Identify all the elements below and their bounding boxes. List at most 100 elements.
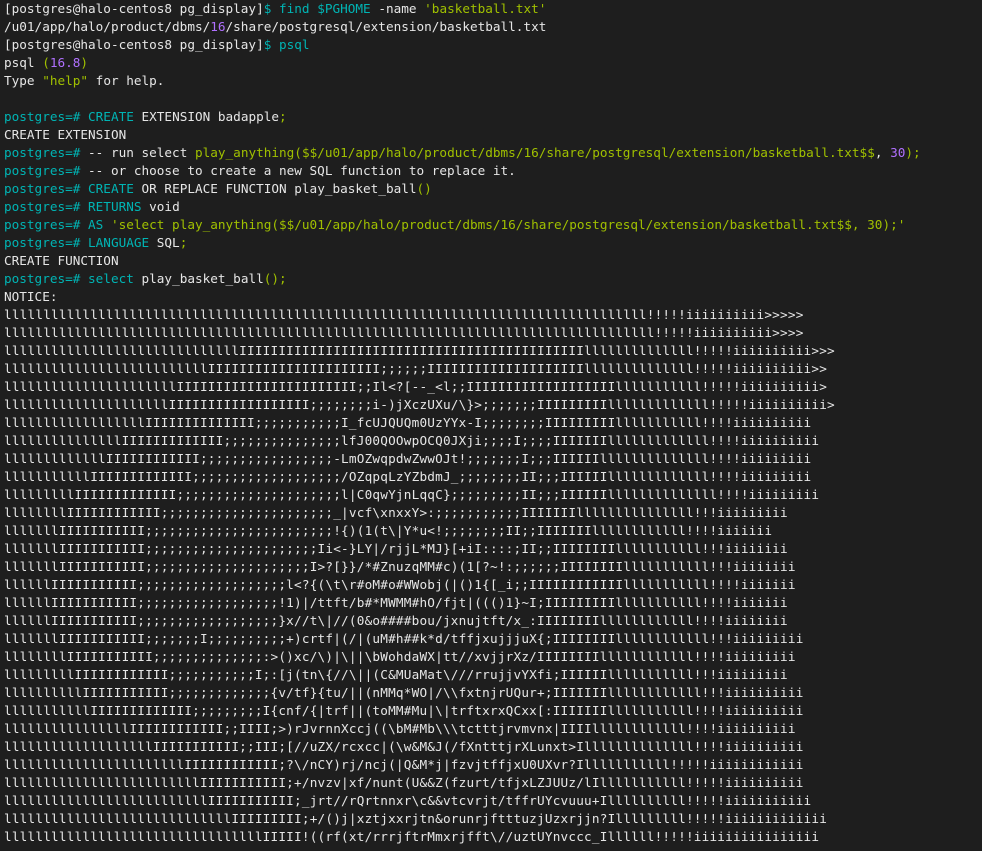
terminal-text-segment: 16.8 [49,55,81,70]
ascii-art-row: lllllllllllllllllllIIIIIIIIIII;;III;[//u… [4,739,804,754]
terminal-text-segment: CREATE FUNCTION [4,253,119,268]
terminal-text-segment: ; [279,109,287,124]
terminal-line: NOTICE: [4,288,978,306]
terminal-text-segment: (); [263,271,287,286]
terminal-text-segment: 'basketball.txt' [424,1,547,16]
ascii-art-row: llllllIIIIIIIIIII;;;;;;;;;;;;;;;;;;!1)|/… [4,595,788,610]
ascii-art-row: lllllllllIIIIIIIIIIIII;;;;;;;;;;;;;;;;;;… [4,487,820,502]
terminal-text-segment: void [141,199,180,214]
terminal-text-segment: postgres=# [4,145,89,160]
ascii-art-row: llllllllllllllllllllllllllllllIIIIIIIIII… [4,343,835,358]
terminal-text-segment: 30 [890,145,906,160]
terminal-line: postgres=# -- run select play_anything($… [4,144,978,162]
ascii-art-row: llllllIIIIIIIIIII;;;;;;;;;;;;;;;;;;;l<?{… [4,577,796,592]
terminal-text-segment: CREATE [88,109,134,124]
terminal-text-segment: 'select play_anything($$/u01/app/halo/pr… [110,217,906,232]
terminal-line: [postgres@halo-centos8 pg_display]$ psql [4,36,978,54]
terminal-text-segment: postgres=# [4,235,89,250]
ascii-art-row: llllllllllllllllllllllllllllllllllllllll… [4,307,804,322]
terminal-text-segment: /share/postgresql/extension/basketball.t… [225,19,547,34]
terminal-text-segment: postgres=# [4,181,89,196]
terminal-text-segment: postgres=# [4,199,89,214]
terminal-text-segment: [postgres@halo-centos8 pg_display] [4,37,264,52]
ascii-art-row: lllllllllllIIIIIIIIIIIII;;;;;;;;;I{cnf/{… [4,703,804,718]
terminal-line: postgres=# select play_basket_ball(); [4,270,978,288]
terminal-line: postgres=# AS 'select play_anything($$/u… [4,216,978,234]
ascii-art-row: lllllllIIIIIIIIIII;;;;;;;;;;;;;;;;;;;;;I… [4,559,796,574]
terminal-text-segment: NOTICE: [4,289,58,304]
ascii-art-row: lllllllIIIIIIIIIII;;;;;;;I;;;;;;;;;;+)cr… [4,631,804,646]
ascii-art-row: lllllllllllllIIIIIIIIIIII;;;;;;;;;;;;;;;… [4,451,812,466]
ascii-art-output: llllllllllllllllllllllllllllllllllllllll… [4,306,978,846]
ascii-art-row: llllllllllllllllllIIIIIIIIIIIIII;;;;;;;;… [4,415,812,430]
terminal-text-segment: psql [4,55,43,70]
terminal-line: postgres=# CREATE EXTENSION badapple; [4,108,978,126]
terminal-window[interactable]: [postgres@halo-centos8 pg_display]$ find… [0,0,982,851]
ascii-art-row: llllllllIIIIIIIIIIII;;;;;;;;;;;;;;;;;;;;… [4,505,788,520]
terminal-line: [postgres@halo-centos8 pg_display]$ find… [4,0,978,18]
terminal-text-segment: $$/u01/app/halo/product/dbms/16/share/po… [301,145,875,160]
terminal-text-segment: select [88,271,134,286]
command-history: [postgres@halo-centos8 pg_display]$ find… [4,0,978,306]
terminal-text-segment: ); [905,145,921,160]
terminal-line: /u01/app/halo/product/dbms/16/share/post… [4,18,978,36]
terminal-text-segment: -name [370,1,425,16]
terminal-text-segment: $ [263,37,279,52]
ascii-art-row: lllllllllllllllllllllIIIIIIIIIIIIIIIIII;… [4,397,835,412]
ascii-art-row: lllllllllllllllllllllllllIIIIIIIIIII;+/n… [4,775,804,790]
terminal-line: CREATE FUNCTION [4,252,978,270]
ascii-art-row: llllllllllllllllIIIIIIIIIIII;;IIII;>)rJv… [4,721,796,736]
terminal-text-segment: postgres=# [4,109,89,124]
ascii-art-row: llllllllllllllllllllllllllIIIIIIIIIII;_j… [4,793,812,808]
terminal-text-segment: AS [88,217,111,232]
terminal-text-segment: LANGUAGE [88,235,150,250]
terminal-text-segment: 16 [210,19,226,34]
terminal-text-segment: ) [80,55,89,70]
ascii-art-row: llllllllllllllllllllllllllllllllllllllll… [4,325,804,340]
terminal-text-segment: postgres=# [4,217,89,232]
terminal-text-segment: postgres=# [4,163,89,178]
terminal-text-segment: RETURNS [88,199,142,214]
terminal-text-segment: CREATE [88,181,134,196]
terminal-line: CREATE EXTENSION [4,126,978,144]
terminal-text-segment: -- or choose to create a new SQL functio… [88,163,516,178]
ascii-art-row: lllllllllIIIIIIIIIIII;;;;;;;;;;;I;:[j(tn… [4,667,788,682]
terminal-text-segment: ( [42,55,50,70]
terminal-line: postgres=# CREATE OR REPLACE FUNCTION pl… [4,180,978,198]
terminal-text-segment: find [279,1,318,16]
terminal-text-segment: "help" [42,73,89,88]
ascii-art-row: llllllllllIIIIIIIIIII;;;;;;;;;;;;;{v/tf}… [4,685,804,700]
terminal-text-segment: Type [4,73,43,88]
terminal-text-segment: for help. [88,73,165,88]
terminal-text-segment: OR REPLACE FUNCTION play_basket_ball [133,181,417,196]
terminal-line: Type "help" for help. [4,72,978,90]
ascii-art-row: llllllllIIIIIIIIIII;;;;;;;;;;;;;;:>()xc/… [4,649,796,664]
terminal-text-segment: postgres=# [4,271,89,286]
ascii-art-row: lllllllllllllllllllllllllllllllllIIIII!(… [4,829,820,844]
terminal-text-segment: -- run select [88,145,195,160]
ascii-art-row: lllllllllllllllIIIIIIIIIIIII;;;;;;;;;;;;… [4,433,820,448]
terminal-text-segment: [postgres@halo-centos8 pg_display] [4,1,264,16]
terminal-text-segment: $ [263,1,279,16]
terminal-text-segment: play_basket_ball [133,271,264,286]
terminal-line: postgres=# RETURNS void [4,198,978,216]
terminal-line: postgres=# LANGUAGE SQL; [4,234,978,252]
terminal-text-segment: play_anything( [194,145,302,160]
terminal-text-segment: $PGHOME [317,1,371,16]
ascii-art-row: llllllllllllllllllllllllllIIIIIIIIIIIIII… [4,361,828,376]
terminal-line: psql (16.8) [4,54,978,72]
ascii-art-row: lllllllllllllllllllllllIIIIIIIIIIII;?\/n… [4,757,804,772]
ascii-art-row: llllllIIIIIIIIIII;;;;;;;;;;;;;;;;;;}x//t… [4,613,788,628]
terminal-text-segment: psql [279,37,310,52]
ascii-art-row: lllllllIIIIIIIIIII;;;;;;;;;;;;;;;;;;;;;;… [4,523,773,538]
ascii-art-row: lllllllllllIIIIIIIIIIIII;;;;;;;;;;;;;;;;… [4,469,812,484]
terminal-text-segment: , [874,145,891,160]
ascii-art-row: lllllllllllllllllllllllllllllIIIIIIIII;+… [4,811,828,826]
terminal-text-segment: SQL [149,235,180,250]
ascii-art-row: llllllllllllllllllllllIIIIIIIIIIIIIIIIII… [4,379,828,394]
terminal-text-segment: () [416,181,432,196]
terminal-text-segment: /u01/app/halo/product/dbms/ [4,19,211,34]
terminal-text-segment: ; [179,235,188,250]
ascii-art-row: lllllllIIIIIIIIIII;;;;;;;;;;;;;;;;;;;;;;… [4,541,788,556]
